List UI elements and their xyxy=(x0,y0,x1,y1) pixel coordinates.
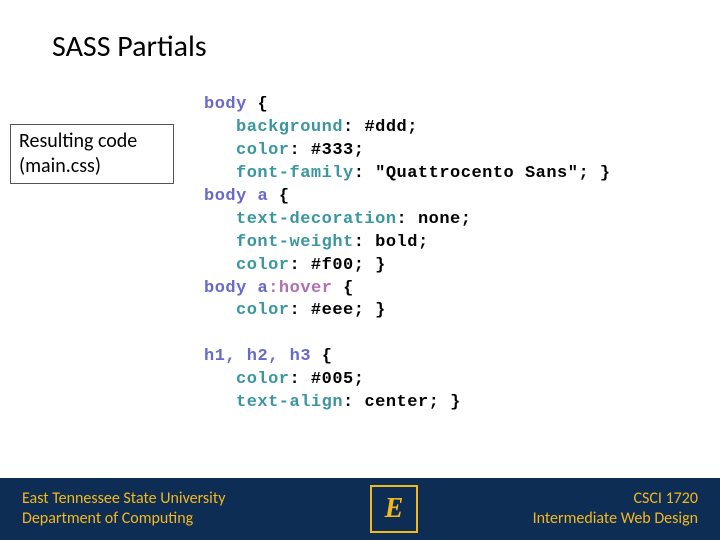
value: #f00 xyxy=(311,256,354,275)
value: #005 xyxy=(311,370,354,389)
value: "Quattrocento Sans" xyxy=(375,164,578,183)
course-name: Intermediate Web Design xyxy=(533,509,698,529)
selector: body a xyxy=(204,279,268,298)
pseudo-class: :hover xyxy=(268,279,332,298)
annotation-box: Resulting code (main.css) xyxy=(10,124,174,184)
property: color xyxy=(236,256,290,275)
property: text-align xyxy=(236,393,343,412)
property: color xyxy=(236,370,290,389)
selector: h1, h2, h3 xyxy=(204,347,311,366)
brace: } xyxy=(375,256,386,275)
property: background xyxy=(236,118,343,137)
property: text-decoration xyxy=(236,210,397,229)
logo-letter: E xyxy=(385,493,404,525)
value: bold xyxy=(375,233,418,252)
property: color xyxy=(236,301,290,320)
footer-left: East Tennessee State University Departme… xyxy=(22,489,225,529)
value: none xyxy=(418,210,461,229)
university-name: East Tennessee State University xyxy=(22,489,225,509)
slide-title: SASS Partials xyxy=(52,28,207,65)
value: #ddd xyxy=(364,118,407,137)
department-name: Department of Computing xyxy=(22,509,225,529)
annotation-line2: (main.css) xyxy=(19,154,165,179)
brace: } xyxy=(600,164,611,183)
selector: body a xyxy=(204,187,268,206)
property: color xyxy=(236,141,290,160)
annotation-line1: Resulting code xyxy=(19,129,165,154)
value: #333 xyxy=(311,141,354,160)
selector: body xyxy=(204,95,247,114)
course-code: CSCI 1720 xyxy=(533,489,698,509)
value: #eee xyxy=(311,301,354,320)
property: font-family xyxy=(236,164,354,183)
university-logo: E xyxy=(370,485,418,533)
brace: { xyxy=(322,347,333,366)
brace: { xyxy=(258,95,269,114)
footer-bar: East Tennessee State University Departme… xyxy=(0,478,720,540)
brace: } xyxy=(450,393,461,412)
brace: { xyxy=(279,187,290,206)
brace: } xyxy=(375,301,386,320)
brace: { xyxy=(343,279,354,298)
property: font-weight xyxy=(236,233,354,252)
code-block: body { background: #ddd; color: #333; fo… xyxy=(204,94,611,415)
value: center xyxy=(364,393,428,412)
footer-right: CSCI 1720 Intermediate Web Design xyxy=(533,489,698,529)
